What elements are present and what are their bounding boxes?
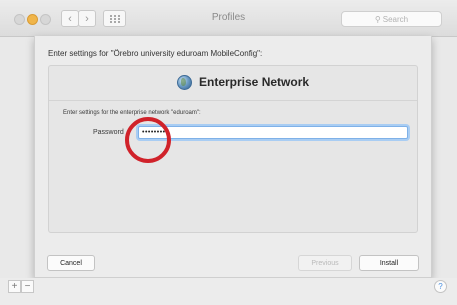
bottom-bar	[0, 278, 457, 305]
password-label: Password	[93, 129, 124, 136]
add-profile-button[interactable]: +	[8, 280, 21, 293]
search-field[interactable]: ⚲ Search	[341, 11, 442, 27]
title-bar: ‹ › Profiles ⚲ Search	[0, 0, 457, 37]
install-button[interactable]: Install	[359, 255, 419, 271]
preferences-window: ‹ › Profiles ⚲ Search Enter settings for…	[0, 0, 457, 305]
search-icon: ⚲	[374, 14, 381, 24]
sheet-prompt: Enter settings for "Örebro university ed…	[48, 49, 263, 58]
search-placeholder: Search	[382, 14, 409, 24]
previous-button[interactable]: Previous	[298, 255, 352, 271]
cancel-button[interactable]: Cancel	[47, 255, 95, 271]
panel-title: Enterprise Network	[199, 75, 310, 89]
settings-panel: Enterprise Network Enter settings for th…	[48, 65, 418, 233]
globe-icon	[177, 75, 192, 90]
remove-profile-button[interactable]: −	[21, 280, 34, 293]
network-prompt: Enter settings for the enterprise networ…	[63, 110, 201, 116]
help-button[interactable]: ?	[434, 280, 447, 293]
settings-sheet: Enter settings for "Örebro university ed…	[34, 36, 432, 278]
highlight-circle	[125, 117, 171, 163]
panel-divider	[49, 100, 417, 101]
password-field[interactable]: •••••••••	[138, 126, 408, 139]
